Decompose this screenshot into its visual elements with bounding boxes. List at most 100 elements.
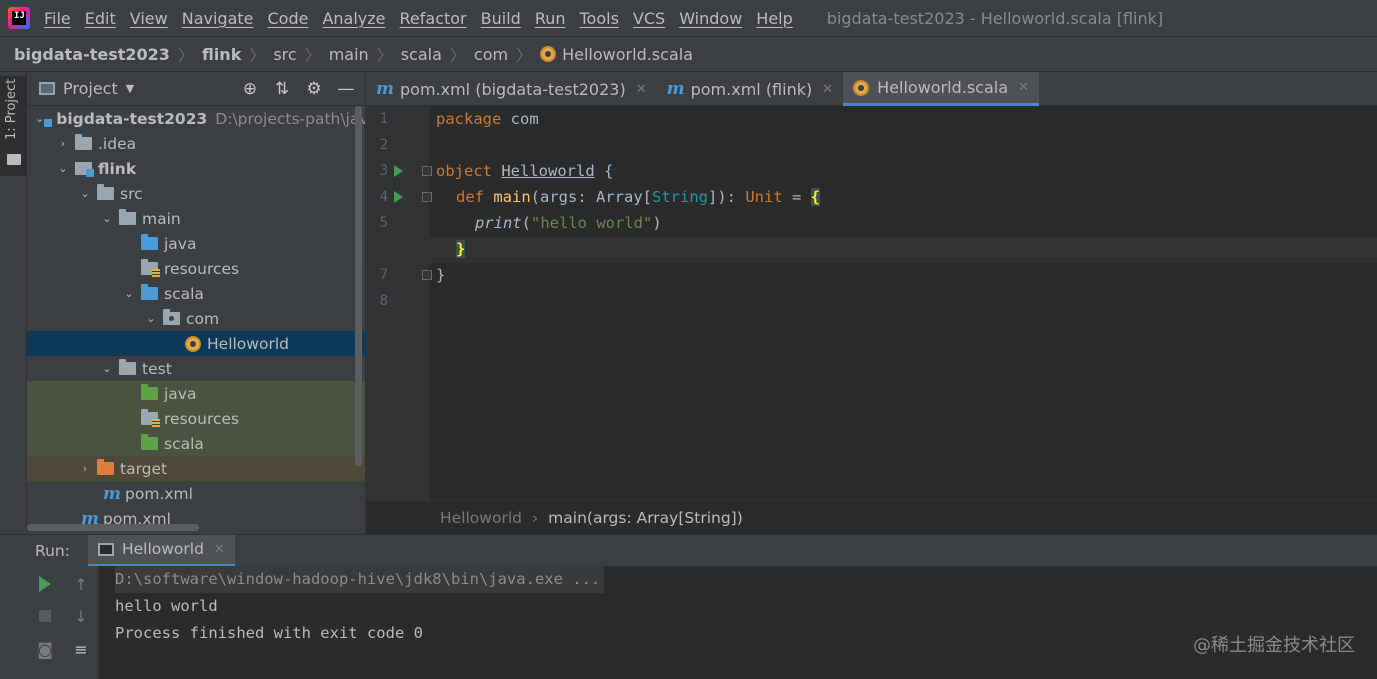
chevron-right-icon[interactable]: ›: [57, 137, 69, 150]
stop-button[interactable]: [32, 603, 58, 629]
code-area[interactable]: package com object Helloworld { def main…: [367, 106, 1377, 500]
breadcrumb-separator: 〉: [376, 46, 393, 65]
chevron-down-icon[interactable]: ▼: [126, 82, 134, 95]
menu-view[interactable]: View: [130, 9, 168, 28]
excluded-folder-icon: [97, 459, 114, 475]
scala-file-icon: [540, 46, 557, 62]
tree-item-label: test: [142, 359, 172, 378]
breadcrumb-project[interactable]: bigdata-test2023: [14, 45, 170, 64]
menu-window[interactable]: Window: [679, 9, 742, 28]
breadcrumb-separator: 〉: [249, 46, 266, 65]
play-icon: [39, 576, 51, 592]
package-icon: [163, 309, 180, 325]
gear-icon[interactable]: ⚙: [301, 76, 327, 102]
horizontal-scrollbar[interactable]: [27, 524, 199, 531]
menu-refactor[interactable]: Refactor: [400, 9, 467, 28]
scroll-down-button[interactable]: ↓: [68, 603, 94, 629]
folder-icon: [75, 134, 92, 150]
tree-item-src[interactable]: ⌄ src: [27, 181, 365, 206]
breadcrumb-separator: 〉: [516, 46, 533, 65]
tree-item-target[interactable]: › target: [27, 456, 365, 481]
tree-item-label: .idea: [98, 134, 137, 153]
menu-code[interactable]: Code: [268, 9, 309, 28]
close-icon[interactable]: ✕: [214, 542, 225, 557]
run-panel: ↑ ↓ ◙ ≡ D:\software\window-hadoop-hive\j…: [0, 566, 1377, 679]
rerun-button[interactable]: [32, 571, 58, 597]
menu-tools[interactable]: Tools: [580, 9, 619, 28]
run-side-strip: [0, 566, 27, 679]
menu-analyze[interactable]: Analyze: [322, 9, 385, 28]
run-gutter-icon[interactable]: [394, 165, 403, 177]
menu-edit[interactable]: Edit: [85, 9, 116, 28]
close-icon[interactable]: ✕: [1018, 80, 1029, 95]
tab-pom-bigdata[interactable]: m pom.xml (bigdata-test2023) ✕: [366, 72, 657, 106]
soft-wrap-button[interactable]: ≡: [68, 636, 94, 662]
chevron-down-icon[interactable]: ⌄: [79, 187, 91, 200]
editor-crumb-method[interactable]: main(args: Array[String]): [548, 509, 743, 527]
line-number: 7: [379, 267, 388, 283]
chevron-down-icon[interactable]: ⌄: [101, 362, 113, 375]
tree-item-main-resources[interactable]: resources: [27, 256, 365, 281]
collapse-all-icon[interactable]: ⇅: [269, 76, 295, 102]
tree-item-main-java[interactable]: java: [27, 231, 365, 256]
tree-item-flink[interactable]: ⌄ flink: [27, 156, 365, 181]
close-icon[interactable]: ✕: [822, 82, 833, 97]
menu-run[interactable]: Run: [535, 9, 566, 28]
breadcrumb-file[interactable]: Helloworld.scala: [562, 45, 693, 64]
tree-item-idea[interactable]: › .idea: [27, 131, 365, 156]
menu-file[interactable]: File: [44, 9, 71, 28]
stop-icon: [39, 610, 51, 622]
tree-item-test-java[interactable]: java: [27, 381, 365, 406]
tree-item-test-resources[interactable]: resources: [27, 406, 365, 431]
tree-item-label: flink: [98, 159, 137, 178]
code-line-5: print("hello world"): [475, 214, 662, 232]
scroll-up-button[interactable]: ↑: [68, 571, 94, 597]
editor-crumb-object[interactable]: Helloworld: [440, 509, 522, 527]
console-output[interactable]: D:\software\window-hadoop-hive\jdk8\bin\…: [115, 566, 1377, 647]
menu-navigate[interactable]: Navigate: [182, 9, 254, 28]
tree-item-main[interactable]: ⌄ main: [27, 206, 365, 231]
tree-item-project-root[interactable]: ⌄ bigdata-test2023 D:\projects-path\jav: [27, 106, 365, 131]
chevron-down-icon[interactable]: ⌄: [35, 112, 44, 125]
tree-item-flink-pom[interactable]: m pom.xml: [27, 481, 365, 506]
test-folder-icon: [141, 384, 158, 400]
breadcrumb-scala[interactable]: scala: [401, 45, 442, 64]
chevron-down-icon[interactable]: ⌄: [123, 287, 135, 300]
run-gutter-icon[interactable]: [394, 191, 403, 203]
minimize-icon[interactable]: —: [333, 76, 359, 102]
breadcrumb-module[interactable]: flink: [202, 45, 241, 64]
locate-icon[interactable]: ⊕: [237, 76, 263, 102]
tree-item-label: com: [186, 309, 220, 328]
chevron-right-icon[interactable]: ›: [79, 462, 91, 475]
breadcrumb-com[interactable]: com: [474, 45, 508, 64]
breadcrumb-src[interactable]: src: [273, 45, 296, 64]
tree-item-com[interactable]: ⌄ com: [27, 306, 365, 331]
breadcrumb-main[interactable]: main: [329, 45, 369, 64]
tree-item-test[interactable]: ⌄ test: [27, 356, 365, 381]
chevron-down-icon[interactable]: ⌄: [145, 312, 157, 325]
screenshot-button[interactable]: ◙: [32, 636, 58, 662]
tree-item-label: scala: [164, 284, 204, 303]
project-view-selector[interactable]: Project: [63, 79, 118, 98]
menu-build[interactable]: Build: [481, 9, 521, 28]
project-tool-tab[interactable]: 1: Project: [0, 76, 27, 176]
run-tab-helloworld[interactable]: Helloworld ✕: [87, 534, 235, 567]
tree-item-test-scala[interactable]: scala: [27, 431, 365, 456]
vertical-scrollbar[interactable]: [355, 106, 362, 466]
tab-helloworld-scala[interactable]: Helloworld.scala ✕: [843, 72, 1039, 106]
current-line-highlight: [367, 237, 1377, 263]
line-number: 3: [379, 163, 388, 179]
menu-vcs[interactable]: VCS: [633, 9, 665, 28]
close-icon[interactable]: ✕: [636, 82, 647, 97]
tree-item-helloworld[interactable]: Helloworld: [27, 331, 365, 356]
menu-help[interactable]: Help: [756, 9, 792, 28]
code-line-4: def main(args: Array[String]): Unit = {: [456, 188, 820, 206]
tree-item-label: resources: [164, 409, 240, 428]
tab-pom-flink[interactable]: m pom.xml (flink) ✕: [657, 72, 844, 106]
code-editor[interactable]: 1 2 3 4 5 6 7 8 package com object Hello…: [366, 106, 1377, 500]
chevron-down-icon[interactable]: ⌄: [57, 162, 69, 175]
folder-icon: [7, 154, 21, 165]
console-command-line[interactable]: D:\software\window-hadoop-hive\jdk8\bin\…: [115, 566, 605, 593]
tree-item-main-scala[interactable]: ⌄ scala: [27, 281, 365, 306]
chevron-down-icon[interactable]: ⌄: [101, 212, 113, 225]
